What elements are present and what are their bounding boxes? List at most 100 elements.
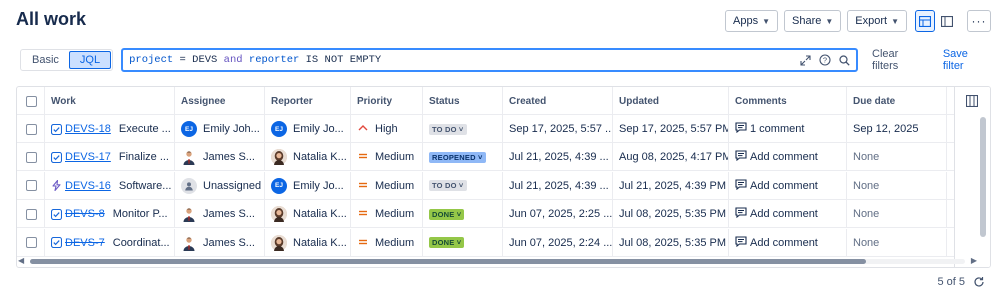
comments-link[interactable]: Add comment <box>750 237 818 249</box>
vertical-scrollbar[interactable] <box>980 117 986 237</box>
row-checkbox[interactable] <box>26 237 37 249</box>
apps-button[interactable]: Apps ▼ <box>725 10 778 32</box>
row-checkbox[interactable] <box>26 208 37 220</box>
row-checkbox[interactable] <box>26 151 37 163</box>
epic-icon <box>51 180 62 192</box>
status-lozenge[interactable]: DONE ˅ <box>429 237 465 249</box>
work-item-key-link[interactable]: DEVS-16 <box>65 180 111 192</box>
row-checkbox[interactable] <box>26 123 37 135</box>
top-toolbar: Apps ▼ Share ▼ Export ▼ ··· <box>725 10 991 32</box>
horizontal-scrollbar[interactable]: ◀ ▶ <box>16 256 979 266</box>
help-icon[interactable]: ? <box>819 54 831 66</box>
reporter-name[interactable]: Natalia K... <box>293 208 347 220</box>
clear-filters-button[interactable]: Clear filters <box>872 48 927 72</box>
column-header-reporter[interactable]: Reporter <box>265 87 351 115</box>
column-header-priority[interactable]: Priority <box>351 87 423 115</box>
scroll-right-icon[interactable]: ▶ <box>971 256 977 265</box>
status-cell: REOPENED ˅ <box>423 143 503 172</box>
share-button[interactable]: Share ▼ <box>784 10 842 32</box>
priority-label[interactable]: High <box>375 123 398 135</box>
avatar: EJ <box>271 177 287 194</box>
jql-mode-button[interactable]: JQL <box>68 51 112 69</box>
work-item-summary[interactable]: Finalize ... <box>119 151 169 163</box>
work-item-summary[interactable]: Execute ... <box>119 123 171 135</box>
basic-mode-button[interactable]: Basic <box>22 51 69 69</box>
reporter-name[interactable]: Natalia K... <box>293 151 347 163</box>
work-item-summary[interactable]: Monitor P... <box>113 208 168 220</box>
assignee-name[interactable]: Emily Joh... <box>203 123 260 135</box>
select-all-checkbox[interactable] <box>26 95 37 107</box>
reporter-cell: Natalia K... <box>265 200 351 229</box>
priority-label[interactable]: Medium <box>375 180 414 192</box>
work-item-key-link[interactable]: DEVS-7 <box>65 237 105 249</box>
priority-label[interactable]: Medium <box>375 151 414 163</box>
column-header-work[interactable]: Work <box>45 87 175 115</box>
priority-label[interactable]: Medium <box>375 237 414 249</box>
priority-cell: Medium <box>351 171 423 200</box>
list-view-button[interactable] <box>915 10 935 32</box>
work-item-summary[interactable]: Coordinat... <box>113 237 170 249</box>
table-row[interactable]: DEVS-18 Execute ... EJ Emily Joh... EJ Emily … <box>17 115 957 143</box>
column-header-due-date[interactable]: Due date <box>847 87 947 115</box>
priority-label[interactable]: Medium <box>375 208 414 220</box>
assignee-name[interactable]: James S... <box>203 151 255 163</box>
status-cell: TO DO ˅ <box>423 115 503 143</box>
refresh-icon[interactable] <box>973 276 985 288</box>
status-cell: DONE ˅ <box>423 228 503 257</box>
more-button[interactable]: ··· <box>967 10 991 32</box>
work-cell: DEVS-7 Coordinat... <box>45 228 175 257</box>
reporter-name[interactable]: Emily Jo... <box>293 180 344 192</box>
created-cell: Jul 21, 2025, 4:39 ... <box>503 143 613 172</box>
work-item-key-link[interactable]: DEVS-8 <box>65 208 105 220</box>
work-item-key-link[interactable]: DEVS-18 <box>65 123 111 135</box>
assignee-name[interactable]: James S... <box>203 237 255 249</box>
jql-keyword-token: and <box>223 54 243 66</box>
table-row[interactable]: DEVS-8 Monitor P... James S... Natalia K...… <box>17 200 957 229</box>
column-header-created[interactable]: Created <box>503 87 613 115</box>
work-cell: DEVS-17 Finalize ... <box>45 143 175 172</box>
jql-query-input[interactable]: project = DEVS and reporter IS NOT EMPTY… <box>121 48 859 72</box>
comments-link[interactable]: Add comment <box>750 151 818 163</box>
reporter-name[interactable]: Emily Jo... <box>293 123 344 135</box>
priority-medium-icon <box>357 151 369 163</box>
comments-cell: Add comment <box>729 143 847 172</box>
table-row[interactable]: DEVS-16 Software... Unassigned EJ Emily Jo..… <box>17 171 957 200</box>
chevron-down-icon: ˅ <box>454 238 462 248</box>
priority-medium-icon <box>357 208 369 220</box>
reporter-name[interactable]: Natalia K... <box>293 237 347 249</box>
status-lozenge[interactable]: REOPENED ˅ <box>429 151 486 163</box>
work-item-key-link[interactable]: DEVS-17 <box>65 151 111 163</box>
updated-cell: Jul 08, 2025, 5:35 PM <box>613 200 729 229</box>
detail-view-icon <box>941 15 953 27</box>
column-header-updated[interactable]: Updated <box>613 87 729 115</box>
column-header-assignee[interactable]: Assignee <box>175 87 265 115</box>
comments-link[interactable]: Add comment <box>750 180 818 192</box>
created-cell: Sep 17, 2025, 5:57 ... <box>503 115 613 143</box>
row-checkbox[interactable] <box>26 180 37 192</box>
save-filter-button[interactable]: Save filter <box>943 48 991 72</box>
column-header-comments[interactable]: Comments <box>729 87 847 115</box>
column-header-status[interactable]: Status <box>423 87 503 115</box>
expand-icon[interactable] <box>800 54 811 66</box>
status-lozenge[interactable]: TO DO ˅ <box>429 180 467 192</box>
unassigned-user-icon <box>185 182 193 191</box>
scroll-left-icon[interactable]: ◀ <box>18 256 24 265</box>
status-lozenge[interactable]: TO DO ˅ <box>429 123 467 135</box>
comments-link[interactable]: Add comment <box>750 208 818 220</box>
export-button-label: Export <box>855 15 888 27</box>
status-lozenge[interactable]: DONE ˅ <box>429 208 465 220</box>
table-row[interactable]: DEVS-7 Coordinat... James S... Natalia K...… <box>17 228 957 257</box>
assignee-name[interactable]: James S... <box>203 208 255 220</box>
column-settings-icon[interactable] <box>966 95 978 107</box>
comments-link[interactable]: 1 comment <box>750 123 804 135</box>
row-select-cell <box>17 143 45 172</box>
avatar <box>271 206 287 223</box>
search-icon[interactable] <box>839 54 850 66</box>
assignee-name[interactable]: Unassigned <box>203 180 261 192</box>
export-button[interactable]: Export ▼ <box>847 10 907 32</box>
table-row[interactable]: DEVS-17 Finalize ... James S... Natalia K..… <box>17 143 957 172</box>
scrollbar-thumb[interactable] <box>30 259 866 264</box>
detail-view-button[interactable] <box>937 10 957 32</box>
chevron-down-icon: ˅ <box>456 124 464 134</box>
work-item-summary[interactable]: Software... <box>119 180 172 192</box>
